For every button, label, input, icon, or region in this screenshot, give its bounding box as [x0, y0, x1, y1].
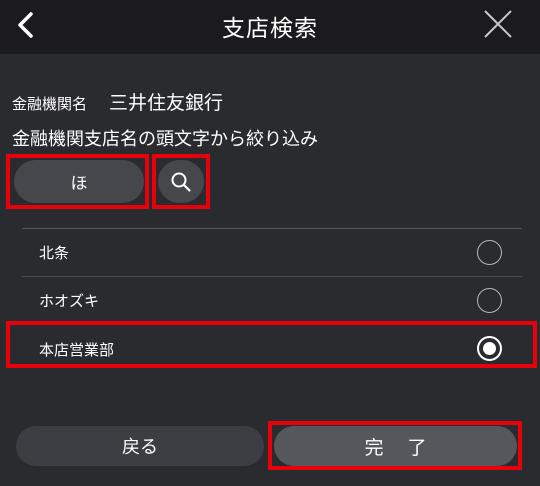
branch-item[interactable]: ホオズキ	[22, 277, 522, 325]
filter-label: 金融機関支店名の頭文字から絞り込み	[12, 129, 318, 150]
back-button[interactable]: 戻る	[16, 426, 264, 466]
close-icon[interactable]	[480, 6, 516, 42]
radio-button[interactable]	[477, 288, 502, 313]
branch-name: 北条	[39, 244, 70, 262]
branch-item[interactable]: 北条	[22, 229, 522, 277]
radio-button[interactable]	[477, 240, 502, 265]
highlight-box	[152, 154, 210, 209]
highlight-box	[6, 154, 149, 209]
bank-name: 三井住友銀行	[109, 92, 224, 114]
bank-label: 金融機関名	[12, 95, 88, 113]
highlight-box	[268, 421, 522, 470]
branch-name: ホオズキ	[39, 292, 100, 310]
page-title: 支店検索	[222, 16, 318, 42]
header-bar: 支店検索	[0, 0, 540, 54]
highlight-box	[6, 321, 537, 368]
bank-info: 金融機関名 三井住友銀行	[12, 88, 223, 115]
